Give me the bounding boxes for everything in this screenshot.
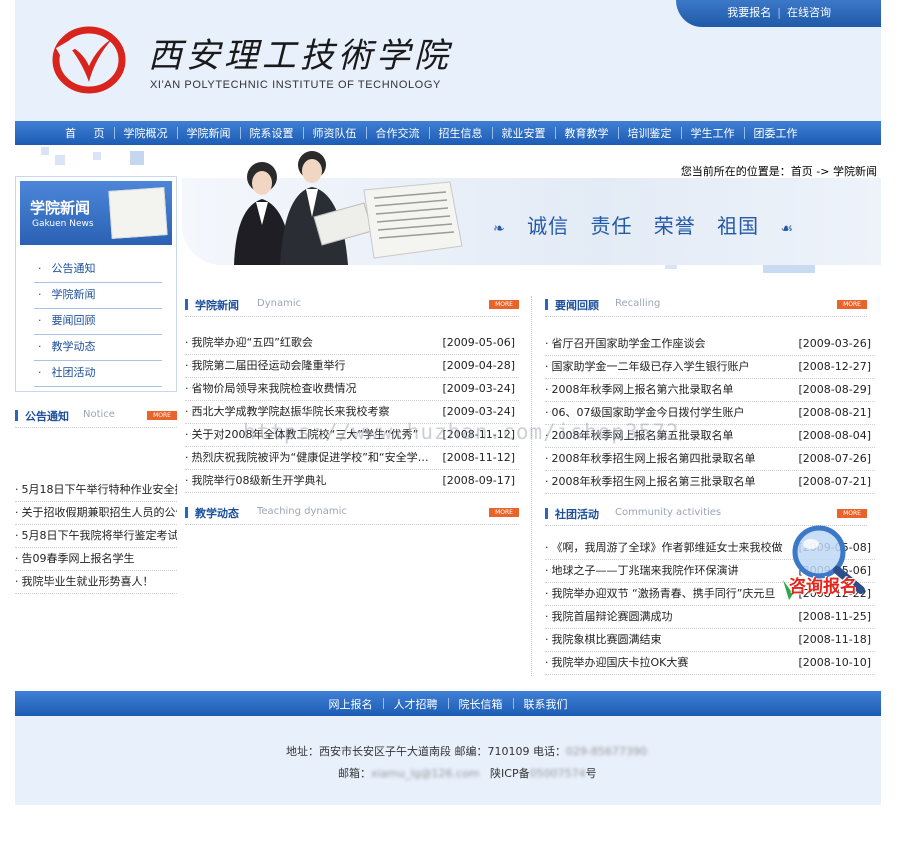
- watermark: https://www.huzhan.com/ishop3572: [243, 420, 680, 444]
- list-item[interactable]: · 5月8日下午我院将举行鉴定考试: [15, 525, 177, 548]
- notice-section-title: 公告通知 Notice MORE: [15, 406, 177, 428]
- list-item[interactable]: · 我院首届辩论赛圆满成功 [2008-11-25]: [545, 606, 875, 629]
- sidebar-item-clubs[interactable]: · 社团活动: [34, 361, 162, 387]
- header: 我要报名 | 在线咨询 西安理工技術学院 XI'AN POLYTECHNIC INS…: [15, 0, 881, 121]
- school-name-en: XI'AN POLYTECHNIC INSTITUTE OF TECHNOLOG…: [150, 79, 441, 91]
- nav-item-home[interactable]: 首 页: [53, 125, 114, 141]
- list-item[interactable]: · 国家助学金一二年级已存入学生银行账户 [2008-12-27]: [545, 356, 875, 379]
- footer-link-mailbox[interactable]: 院长信箱: [449, 696, 513, 712]
- nav-item-overview[interactable]: 学院概况: [115, 125, 177, 141]
- slogan-ornament-right-icon: ☙: [780, 221, 795, 237]
- footer-address: 地址：西安市长安区子午大道南段 邮编：710109 电话：029-8567739…: [286, 745, 647, 758]
- news-review-section-title: 要闻回顾 Recalling MORE: [545, 295, 867, 317]
- list-item[interactable]: · 2008年秋季招生网上报名第三批录取名单 [2008-07-21]: [545, 471, 875, 494]
- sidebar-item-review[interactable]: · 要闻回顾: [34, 309, 162, 335]
- clubs-more-button[interactable]: MORE: [837, 509, 867, 518]
- list-item[interactable]: · 我院举办迎国庆卡拉OK大赛 [2008-10-10]: [545, 652, 875, 675]
- sidebar-item-news[interactable]: · 学院新闻: [34, 283, 162, 309]
- nav-item-cooperation[interactable]: 合作交流: [367, 125, 429, 141]
- notice-more-button[interactable]: MORE: [147, 411, 177, 420]
- list-item[interactable]: · 我院第二届田径运动会隆重举行 [2009-04-28]: [185, 355, 519, 378]
- news-review-list: · 省厅召开国家助学金工作座谈会 [2009-03-26] · 国家助学金一二年级已存…: [545, 333, 875, 494]
- breadcrumb: 您当前所在的位置是：首页 -> 学院新闻: [680, 165, 877, 178]
- sidebar-subtitle: Gakuen News: [32, 219, 94, 229]
- nav-item-admissions[interactable]: 招生信息: [430, 125, 492, 141]
- nav-item-league[interactable]: 团委工作: [745, 125, 807, 141]
- consult-register-text: 咨询报名: [789, 577, 857, 597]
- teaching-more-button[interactable]: MORE: [489, 508, 519, 517]
- sidebar-title: 学院新闻: [30, 199, 91, 217]
- college-news-more-button[interactable]: MORE: [489, 300, 519, 309]
- list-item[interactable]: · 我院举行08级新生开学典礼 [2008-09-17]: [185, 470, 519, 493]
- banner-slogan: ❧ 诚信 责任 荣誉 祖国 ☙: [493, 210, 794, 239]
- school-logo-icon: [52, 26, 126, 94]
- nav-item-departments[interactable]: 院系设置: [241, 125, 303, 141]
- list-item[interactable]: · 2008年秋季网上报名第六批录取名单 [2008-08-29]: [545, 379, 875, 402]
- sidebar-header: 学院新闻 Gakuen News: [20, 181, 172, 245]
- nav-item-teaching[interactable]: 教育教学: [556, 125, 618, 141]
- list-item[interactable]: · 关于招收假期兼职招生人员的公告: [15, 502, 177, 525]
- footer-link-contact[interactable]: 联系我们: [514, 696, 578, 712]
- list-item[interactable]: · 省厅召开国家助学金工作座谈会 [2009-03-26]: [545, 333, 875, 356]
- list-item[interactable]: · 我院象棋比赛圆满结束 [2008-11-18]: [545, 629, 875, 652]
- footer: 地址：西安市长安区子午大道南段 邮编：710109 电话：029-8567739…: [15, 716, 881, 805]
- students-photo: [234, 151, 373, 265]
- slogan-ornament-left-icon: ❧: [493, 221, 506, 237]
- sidebar: 学院新闻 Gakuen News · 公告通知 · 学院新闻 · 要闻回顾 · 教学动态…: [15, 176, 177, 392]
- footer-nav: 网上报名 人才招聘 院长信箱 联系我们: [15, 691, 881, 716]
- top-links: 我要报名 | 在线咨询: [676, 0, 881, 27]
- nav-item-news[interactable]: 学院新闻: [178, 125, 240, 141]
- sidebar-item-teaching[interactable]: · 教学动态: [34, 335, 162, 361]
- newspaper-image: [363, 181, 463, 259]
- college-news-list: · 我院举办迎“五四”红歌会 [2009-05-06] · 我院第二届田径运动会隆重举…: [185, 332, 519, 493]
- footer-email-icp: 邮箱：xiamu_lg@126.com 陕ICP备05007574号: [338, 767, 597, 780]
- list-item[interactable]: · 我院毕业生就业形势喜人！: [15, 571, 177, 594]
- nav-item-faculty[interactable]: 师资队伍: [304, 125, 366, 141]
- newspaper-icon: [108, 187, 168, 239]
- news-review-more-button[interactable]: MORE: [837, 300, 867, 309]
- school-name-cn: 西安理工技術学院: [148, 36, 452, 76]
- top-link-apply[interactable]: 我要报名: [727, 6, 771, 19]
- notice-list: · 5月18日下午举行特种作业安全技 · 关于招收假期兼职招生人员的公告 · 5月8日…: [15, 479, 177, 594]
- list-item[interactable]: · 我院举办迎“五四”红歌会 [2009-05-06]: [185, 332, 519, 355]
- teaching-section-title: 教学动态 Teaching dynamic MORE: [185, 503, 519, 525]
- list-item[interactable]: · 热烈庆祝我院被评为“健康促进学校”和“安全学… [2008-11-12]: [185, 447, 519, 470]
- page: 我要报名 | 在线咨询 西安理工技術学院 XI'AN POLYTECHNIC INS…: [15, 0, 881, 805]
- slogan-text: 诚信 责任 荣誉 祖国: [527, 214, 760, 238]
- nav-item-students[interactable]: 学生工作: [682, 125, 744, 141]
- main-nav: 首 页 学院概况 学院新闻 院系设置 师资队伍 合作交流 招生信息 就业安置 教…: [15, 121, 881, 145]
- list-item[interactable]: · 告09春季网上报名学生: [15, 548, 177, 571]
- sidebar-item-notice[interactable]: · 公告通知: [34, 257, 162, 283]
- college-news-section-title: 学院新闻 Dynamic MORE: [185, 295, 519, 317]
- footer-link-jobs[interactable]: 人才招聘: [384, 696, 448, 712]
- consult-register-badge[interactable]: 咨询报名: [775, 520, 881, 606]
- column-divider: [531, 296, 532, 676]
- list-item[interactable]: · 5月18日下午举行特种作业安全技: [15, 479, 177, 502]
- top-link-consult[interactable]: 在线咨询: [787, 6, 831, 19]
- nav-item-training[interactable]: 培训鉴定: [619, 125, 681, 141]
- sidebar-menu: · 公告通知 · 学院新闻 · 要闻回顾 · 教学动态 · 社团活动: [34, 257, 162, 387]
- footer-link-register[interactable]: 网上报名: [319, 696, 383, 712]
- list-item[interactable]: · 2008年秋季招生网上报名第四批录取名单 [2008-07-26]: [545, 448, 875, 471]
- list-item[interactable]: · 省物价局领导来我院检查收费情况 [2009-03-24]: [185, 378, 519, 401]
- nav-item-employment[interactable]: 就业安置: [493, 125, 555, 141]
